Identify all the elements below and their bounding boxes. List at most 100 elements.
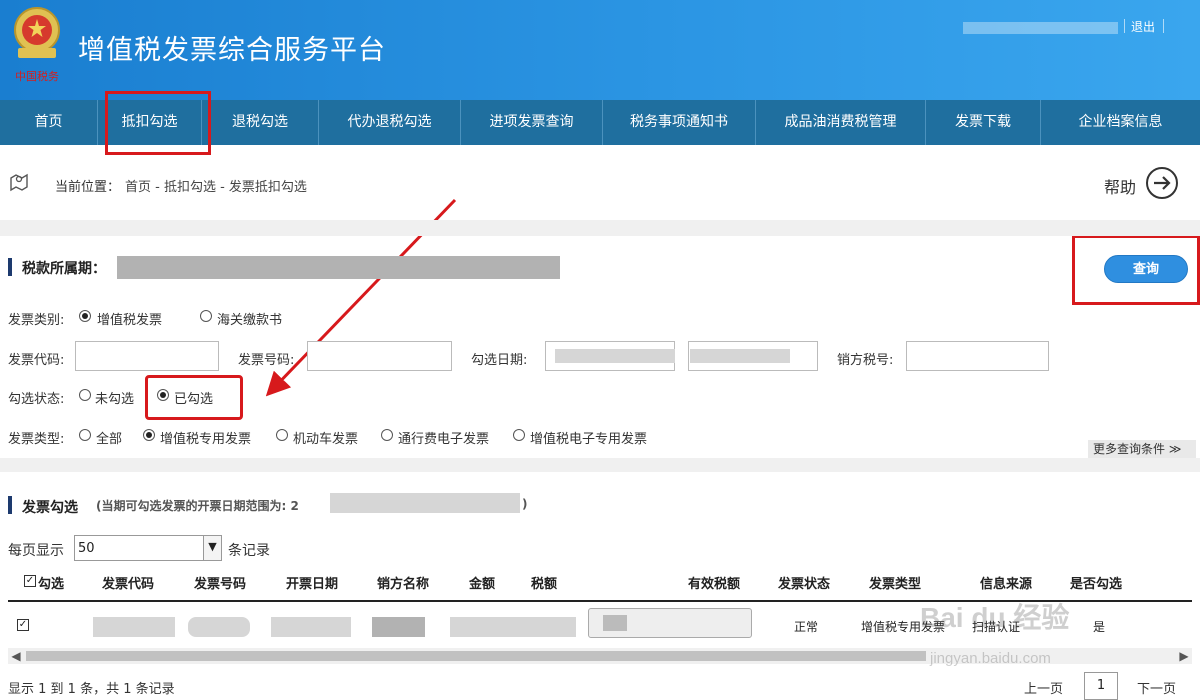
invoice-code-input[interactable] bbox=[75, 341, 219, 371]
radio-type-toll-electronic-label: 通行费电子发票 bbox=[398, 432, 490, 447]
nav-item-tax-notice[interactable]: 税务事项通知书 bbox=[603, 100, 756, 145]
user-name-redacted bbox=[963, 22, 1118, 34]
nav-item-oil-tax[interactable]: 成品油消费税管理 bbox=[756, 100, 926, 145]
col-tax: 税额 bbox=[531, 577, 558, 592]
col-info-source: 信息来源 bbox=[980, 577, 1033, 592]
check-date-start-redacted bbox=[555, 349, 675, 363]
header-divider bbox=[1163, 19, 1164, 33]
col-is-checked: 是否勾选 bbox=[1070, 577, 1123, 592]
per-page-label: 每页显示 bbox=[8, 543, 64, 559]
result-date-range: (当期可勾选发票的开票日期范围为: 2 bbox=[96, 499, 299, 513]
scrollbar-thumb[interactable] bbox=[26, 651, 926, 661]
nav-item-refund-check[interactable]: 退税勾选 bbox=[202, 100, 319, 145]
pagination-info: 显示 1 到 1 条，共 1 条记录 bbox=[8, 682, 175, 697]
invoice-number-input[interactable] bbox=[307, 341, 452, 371]
valid-tax-redacted bbox=[603, 615, 627, 631]
col-amount: 金额 bbox=[469, 577, 496, 592]
invoice-type-label: 发票类型: bbox=[8, 432, 65, 447]
invoice-code-label: 发票代码: bbox=[8, 353, 65, 368]
nav-item-agent-refund-check[interactable]: 代办退税勾选 bbox=[319, 100, 461, 145]
query-button[interactable]: 查询 bbox=[1104, 255, 1188, 283]
breadcrumb: 首页 - 抵扣勾选 - 发票抵扣勾选 bbox=[125, 180, 307, 195]
help-label[interactable]: 帮助 bbox=[1104, 174, 1136, 198]
breadcrumb-label: 当前位置： bbox=[55, 180, 121, 195]
radio-unchecked[interactable] bbox=[79, 389, 91, 401]
annotation-box-nav bbox=[105, 91, 211, 155]
radio-type-vat-electronic-special-label: 增值税电子专用发票 bbox=[530, 432, 648, 447]
arrow-right-circle-icon[interactable] bbox=[1145, 166, 1179, 200]
col-invoice-type: 发票类型 bbox=[869, 577, 922, 592]
per-page-select[interactable]: 50 ▼ bbox=[74, 535, 222, 561]
site-title: 增值税发票综合服务平台 bbox=[78, 35, 386, 66]
header: 中国税务 增值税发票综合服务平台 退出 bbox=[0, 0, 1200, 100]
check-date-label: 勾选日期: bbox=[471, 353, 528, 368]
nav-item-input-invoice-query[interactable]: 进项发票查询 bbox=[461, 100, 603, 145]
per-page-value: 50 bbox=[78, 541, 95, 556]
section-marker bbox=[8, 258, 12, 276]
seller-tax-id-label: 销方税号: bbox=[837, 353, 894, 368]
col-invoice-status: 发票状态 bbox=[778, 577, 831, 592]
location-icon bbox=[10, 173, 28, 192]
scroll-left-icon[interactable]: ◀ bbox=[8, 648, 24, 664]
section-divider bbox=[0, 220, 1200, 236]
tax-period-value-redacted bbox=[117, 256, 560, 279]
section-divider bbox=[0, 458, 1200, 472]
invoice-number-redacted bbox=[188, 617, 250, 637]
header-divider bbox=[1124, 19, 1125, 33]
radio-type-vehicle[interactable] bbox=[276, 429, 288, 441]
col-seller-name: 销方名称 bbox=[377, 577, 430, 592]
col-valid-tax: 有效税额 bbox=[688, 577, 741, 592]
invoice-number-label: 发票号码: bbox=[238, 353, 295, 368]
issue-date-redacted bbox=[271, 617, 351, 637]
watermark-url: jingyan.baidu.com bbox=[930, 650, 1051, 667]
col-invoice-code: 发票代码 bbox=[102, 577, 155, 592]
baidu-watermark: Bai du 经验 jingyan.baidu.com bbox=[920, 596, 1190, 696]
chevron-down-icon: ≫ bbox=[1168, 442, 1182, 456]
logout-link[interactable]: 退出 bbox=[1131, 18, 1155, 35]
radio-customs-bill[interactable] bbox=[200, 310, 212, 322]
chevron-down-icon: ▼ bbox=[203, 536, 221, 560]
radio-type-vehicle-label: 机动车发票 bbox=[293, 432, 359, 447]
radio-type-all[interactable] bbox=[79, 429, 91, 441]
seller-tax-id-input[interactable] bbox=[906, 341, 1049, 371]
radio-type-vat-special-label: 增值税专用发票 bbox=[160, 432, 252, 447]
more-conditions-toggle[interactable]: 更多查询条件 ≫ bbox=[1088, 440, 1196, 458]
amount-tax-redacted bbox=[450, 617, 576, 637]
row-invoice-status: 正常 bbox=[794, 620, 819, 634]
watermark-brand: Bai du 经验 bbox=[920, 602, 1070, 633]
radio-type-toll-electronic[interactable] bbox=[381, 429, 393, 441]
radio-unchecked-label: 未勾选 bbox=[95, 392, 135, 407]
radio-type-vat-electronic-special[interactable] bbox=[513, 429, 525, 441]
invoice-category-label: 发票类别: bbox=[8, 313, 65, 328]
more-conditions-label: 更多查询条件 bbox=[1093, 442, 1166, 456]
col-invoice-number: 发票号码 bbox=[194, 577, 247, 592]
seller-name-redacted bbox=[372, 617, 425, 637]
radio-vat-invoice[interactable] bbox=[79, 310, 91, 322]
result-title: 发票勾选 bbox=[22, 500, 78, 516]
radio-checked[interactable] bbox=[157, 389, 169, 401]
tax-period-label: 税款所属期： bbox=[22, 261, 106, 277]
row-checkbox[interactable]: ✓ bbox=[17, 619, 29, 631]
date-range-redacted bbox=[330, 493, 520, 513]
nav-item-company-profile[interactable]: 企业档案信息 bbox=[1041, 100, 1200, 145]
radio-type-vat-special[interactable] bbox=[143, 429, 155, 441]
valid-tax-input[interactable] bbox=[588, 608, 752, 638]
check-date-end-redacted bbox=[690, 349, 790, 363]
per-page-suffix: 条记录 bbox=[228, 543, 270, 559]
col-issue-date: 开票日期 bbox=[286, 577, 339, 592]
radio-checked-label: 已勾选 bbox=[174, 392, 214, 407]
select-all-checkbox[interactable]: ✓ bbox=[24, 575, 36, 587]
radio-type-all-label: 全部 bbox=[96, 432, 123, 447]
svg-text:中国税务: 中国税务 bbox=[15, 69, 59, 83]
section-marker bbox=[8, 496, 12, 514]
result-date-range-end: ) bbox=[522, 497, 528, 511]
radio-vat-invoice-label: 增值税发票 bbox=[97, 313, 163, 328]
check-status-label: 勾选状态: bbox=[8, 392, 65, 407]
nav-item-home[interactable]: 首页 bbox=[0, 100, 98, 145]
radio-customs-bill-label: 海关缴款书 bbox=[217, 313, 283, 328]
page: 中国税务 增值税发票综合服务平台 退出 首页 抵扣勾选 退税勾选 代办退税勾选 … bbox=[0, 0, 1200, 700]
tax-emblem-logo: 中国税务 bbox=[14, 7, 60, 83]
col-check: 勾选 bbox=[38, 577, 65, 592]
nav-item-invoice-download[interactable]: 发票下载 bbox=[926, 100, 1041, 145]
invoice-code-redacted bbox=[93, 617, 175, 637]
